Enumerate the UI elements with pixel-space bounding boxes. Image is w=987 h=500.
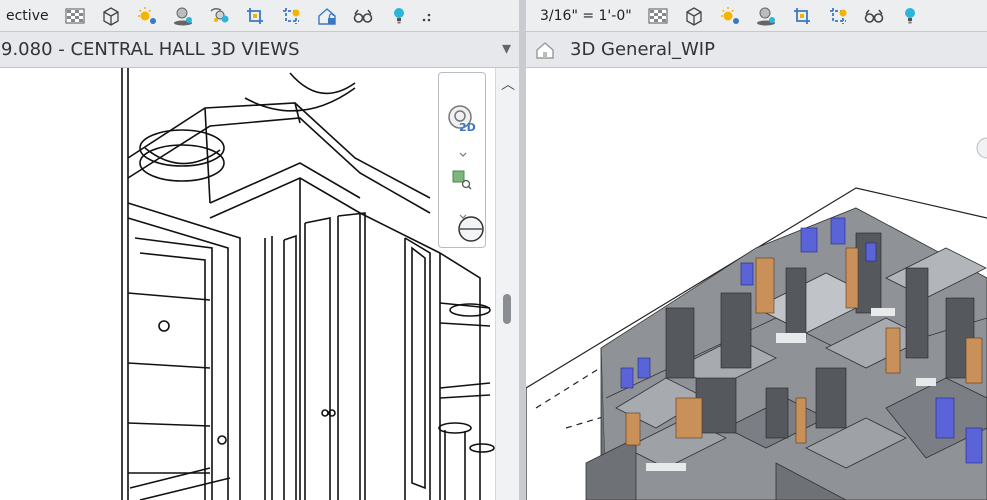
temporary-hide-isolate-icon[interactable] xyxy=(351,4,375,28)
navigation-bar: 2D xyxy=(438,72,486,248)
orbit-icon[interactable] xyxy=(455,213,487,245)
shadows-icon[interactable] xyxy=(754,4,778,28)
crop-view-icon[interactable] xyxy=(243,4,267,28)
reveal-hidden-elements-icon[interactable] xyxy=(387,4,411,28)
crop-box-cube-icon[interactable] xyxy=(682,4,706,28)
left-view-title: 9.080 - CENTRAL HALL 3D VIEWS xyxy=(1,39,300,60)
steering-wheel-mode-label: 2D xyxy=(459,121,476,134)
more-options-icon[interactable] xyxy=(421,4,433,28)
left-view-control-bar: ective xyxy=(0,0,519,32)
render-icon[interactable] xyxy=(207,4,231,28)
left-vertical-scrollbar[interactable]: ︿ xyxy=(495,68,519,500)
temporary-hide-isolate-icon[interactable] xyxy=(862,4,886,28)
left-view-tab[interactable]: 9.080 - CENTRAL HALL 3D VIEWS ▾ xyxy=(0,32,519,68)
home-3d-view-icon xyxy=(534,39,556,61)
wheel-dropdown-chevron-icon[interactable] xyxy=(459,143,467,157)
sun-path-icon[interactable] xyxy=(135,4,159,28)
left-3d-viewport[interactable] xyxy=(0,68,495,500)
crop-view-icon[interactable] xyxy=(790,4,814,28)
tab-menu-chevron-icon[interactable]: ▾ xyxy=(502,38,511,59)
right-view-tab[interactable]: 3D General_WIP xyxy=(526,32,987,68)
shadows-icon[interactable] xyxy=(171,4,195,28)
visual-style-icon[interactable] xyxy=(63,4,87,28)
detail-level-label[interactable]: ective xyxy=(0,8,57,24)
isometric-floor-plan-model xyxy=(526,137,987,500)
right-view-control-bar: 3/16" = 1'-0" xyxy=(526,0,987,32)
scroll-up-icon[interactable]: ︿ xyxy=(501,74,515,94)
central-hall-perspective-drawing xyxy=(121,68,495,500)
view-scale-selector[interactable]: 3/16" = 1'-0" xyxy=(526,8,640,24)
zoom-dropdown-chevron-icon[interactable] xyxy=(459,205,467,219)
show-crop-region-icon[interactable] xyxy=(826,4,850,28)
scrollbar-thumb[interactable] xyxy=(503,294,511,324)
visual-style-icon[interactable] xyxy=(646,4,670,28)
show-crop-region-icon[interactable] xyxy=(279,4,303,28)
right-3d-viewport[interactable] xyxy=(526,68,987,500)
crop-box-cube-icon[interactable] xyxy=(99,4,123,28)
unlock-3d-view-icon[interactable] xyxy=(315,4,339,28)
right-view-title: 3D General_WIP xyxy=(570,39,715,60)
reveal-hidden-elements-icon[interactable] xyxy=(898,4,922,28)
sun-path-icon[interactable] xyxy=(718,4,742,28)
zoom-region-icon[interactable] xyxy=(451,169,473,191)
view-splitter[interactable] xyxy=(519,0,526,500)
